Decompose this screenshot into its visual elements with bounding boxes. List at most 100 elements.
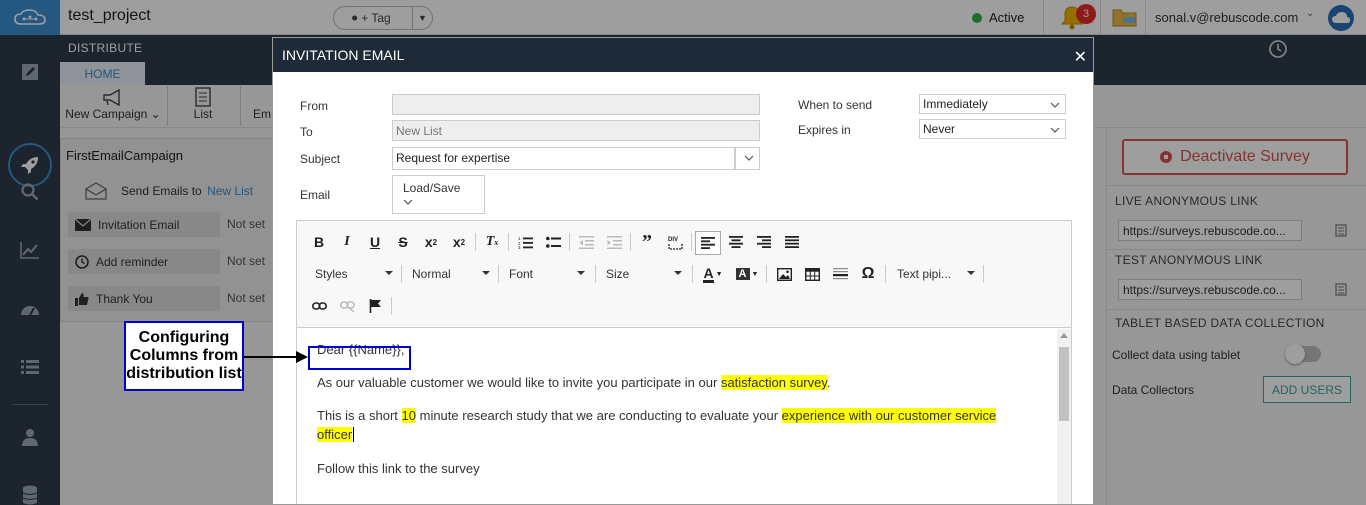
bullet-list-icon[interactable] [542,231,564,253]
special-character-icon[interactable]: Ω [857,263,879,285]
to-label: To [300,125,313,139]
div-container-icon[interactable]: DIV [664,231,686,253]
highlighted-text: satisfaction survey [720,375,827,390]
toolbar-divider [692,265,693,283]
superscript-icon[interactable]: x2 [448,231,470,253]
invitation-email-dialog: INVITATION EMAIL ✕ From To New List Subj… [272,37,1094,505]
rich-text-editor: B I U S x2 x2 Tx 123 ” DIV Styles Normal… [296,220,1072,504]
format-dropdown[interactable]: Normal [412,263,490,285]
background-color-icon[interactable]: A ▼ [733,263,761,285]
load-save-dropdown[interactable]: Load/Save [392,175,485,214]
when-to-send-label: When to send [798,98,873,112]
toolbar-divider [983,265,984,283]
chevron-down-icon [403,199,413,205]
annotation-highlight-box [308,346,411,370]
align-center-icon[interactable] [725,231,747,253]
annotation-arrow [244,356,298,358]
toolbar-divider [595,265,596,283]
horizontal-line-icon[interactable] [829,263,851,285]
caret-down-icon [482,271,490,275]
editor-scrollbar[interactable] [1057,329,1071,504]
from-field[interactable] [392,94,760,115]
toolbar-divider [885,265,886,283]
highlighted-text: 10 [401,408,416,423]
toolbar-divider [498,265,499,283]
body-paragraph-continued: officer [317,427,355,442]
callout-line: Columns from [129,347,239,364]
expires-in-label: Expires in [798,123,851,137]
when-to-send-value: Immediately [923,97,988,111]
toolbar-divider [401,265,402,283]
text-piping-label: Text pipi... [897,267,952,281]
svg-text:3: 3 [518,245,521,249]
dialog-title: INVITATION EMAIL [282,47,405,63]
subscript-icon[interactable]: x2 [420,231,442,253]
unlink-icon[interactable] [336,295,358,317]
toolbar-divider [391,297,392,315]
size-label: Size [606,267,630,281]
format-label: Normal [412,267,451,281]
dialog-header: INVITATION EMAIL ✕ [273,38,1093,72]
text-piping-dropdown[interactable]: Text pipi... [897,263,975,285]
italic-icon[interactable]: I [336,231,358,253]
caret-down-icon [385,271,393,275]
align-right-icon[interactable] [753,231,775,253]
editor-toolbar: B I U S x2 x2 Tx 123 ” DIV Styles Normal… [297,221,1071,328]
when-to-send-select[interactable]: Immediately [919,94,1066,114]
close-icon[interactable]: ✕ [1074,47,1087,67]
arrow-right-icon [296,351,308,363]
decrease-indent-icon[interactable] [575,231,597,253]
increase-indent-icon[interactable] [603,231,625,253]
chevron-down-icon [1050,127,1060,133]
annotation-callout: Configuring Columns from distribution li… [124,321,244,391]
highlighted-text: officer [317,427,353,442]
body-paragraph: This is a short 10 minute research study… [317,408,997,423]
toolbar-divider [630,233,631,251]
caret-down-icon [967,271,975,275]
from-label: From [300,99,328,113]
align-justify-icon[interactable] [781,231,803,253]
toolbar-divider [691,233,692,251]
body-paragraph: Follow this link to the survey [317,461,480,476]
bold-icon[interactable]: B [308,231,330,253]
font-label: Font [509,267,534,281]
expires-in-select[interactable]: Never [919,119,1066,139]
size-dropdown[interactable]: Size [606,263,682,285]
chevron-down-icon [744,155,754,161]
scroll-up-arrow-icon[interactable] [1060,333,1068,338]
anchor-flag-icon[interactable] [364,295,386,317]
expires-in-value: Never [923,122,956,136]
text-color-icon[interactable]: A ▼ [699,263,727,285]
caret-down-icon [577,271,585,275]
strikethrough-icon[interactable]: S [392,231,414,253]
highlighted-text: experience with our customer service [781,408,997,423]
callout-line: Configuring [138,329,230,346]
remove-format-icon[interactable]: Tx [481,231,503,253]
caret-down-icon [674,271,682,275]
email-label: Email [300,188,331,202]
chevron-down-icon [1050,102,1060,108]
callout-line: distribution list [126,365,242,382]
toolbar-divider [569,233,570,251]
styles-label: Styles [315,267,348,281]
table-icon[interactable] [801,263,823,285]
to-field[interactable]: New List [392,120,760,141]
email-body-content[interactable]: Dear {{Name}}, As our valuable customer … [297,329,1057,504]
image-icon[interactable] [773,263,795,285]
underline-icon[interactable]: U [364,231,386,253]
text-cursor [353,427,355,442]
subject-label: Subject [300,152,341,166]
svg-text:DIV: DIV [668,237,678,243]
toolbar-divider [766,265,767,283]
align-left-icon[interactable] [695,231,721,255]
blockquote-icon[interactable]: ” [636,231,658,253]
toolbar-divider [475,233,476,251]
numbered-list-icon[interactable]: 123 [514,231,536,253]
font-dropdown[interactable]: Font [509,263,585,285]
subject-field[interactable]: Request for expertise [392,147,735,170]
link-icon[interactable] [308,295,330,317]
load-save-label: Load/Save [403,181,461,195]
subject-dropdown-button[interactable] [735,147,760,170]
styles-dropdown[interactable]: Styles [315,263,393,285]
scroll-thumb[interactable] [1059,347,1069,421]
